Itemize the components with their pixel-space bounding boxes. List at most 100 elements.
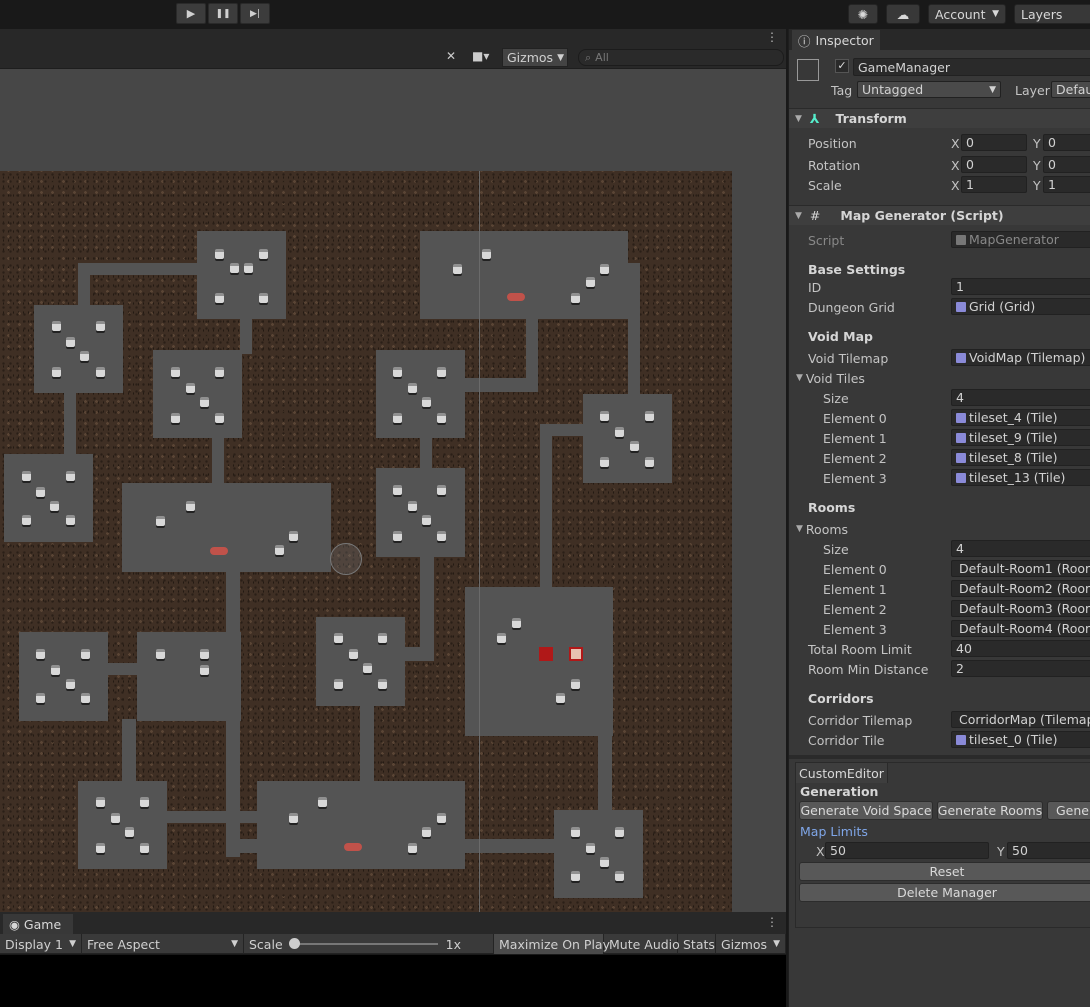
stats-toggle[interactable]: Stats (678, 934, 716, 954)
map-limit-x-field[interactable]: 50 (825, 842, 989, 859)
search-input[interactable]: ⌕ All (578, 49, 784, 66)
cloud-button[interactable]: ☁ (886, 4, 920, 24)
void-tile-field[interactable]: tileset_4 (Tile) (951, 409, 1090, 426)
delete-manager-button[interactable]: Delete Manager (799, 883, 1090, 902)
barrel-sprite (645, 457, 654, 467)
axis-y-label: Y (1033, 135, 1041, 151)
cloud-icon: ☁ (896, 6, 910, 22)
chevron-down-icon: ▼ (557, 52, 564, 63)
dungeon-grid-field[interactable]: Grid (Grid) (951, 298, 1090, 315)
gizmos-dropdown[interactable]: Gizmos ▼ (502, 48, 568, 67)
barrel-sprite (318, 797, 327, 807)
camera-icon[interactable]: ■▾ (472, 49, 489, 63)
map-generator-header[interactable]: ▼ # Map Generator (Script) (789, 205, 1090, 225)
room (4, 454, 93, 542)
barrel-sprite (96, 797, 105, 807)
slider-handle[interactable] (288, 938, 300, 949)
step-button[interactable]: ▶| (240, 3, 270, 24)
barrel-sprite (52, 321, 61, 331)
barrel-sprite (66, 337, 75, 347)
barrel-sprite (437, 413, 446, 423)
active-checkbox[interactable]: ✓ (835, 59, 849, 73)
transform-header[interactable]: ▼ ⅄ Transform (789, 108, 1090, 128)
more-options-icon[interactable]: ⋮ (766, 30, 778, 44)
scale-control: Scale 1x (244, 934, 494, 954)
room-field[interactable]: Default-Room1 (Room (951, 560, 1090, 577)
void-tile-field[interactable]: tileset_8 (Tile) (951, 449, 1090, 466)
void-tiles-foldout[interactable]: ▼ Void Tiles (796, 368, 865, 388)
maximize-on-play-toggle[interactable]: Maximize On Play (494, 934, 610, 954)
rotation-x-field[interactable]: 0 (961, 156, 1027, 173)
corridor-tilemap-field[interactable]: CorridorMap (Tilemap) (951, 711, 1090, 728)
game-tab-bar: ◉ Game ⋮ (0, 912, 786, 934)
aspect-label: Free Aspect (87, 936, 160, 952)
void-tiles-label: Void Tiles (805, 370, 865, 386)
barrel-sprite (615, 871, 624, 881)
rooms-foldout[interactable]: ▼ Rooms (796, 519, 848, 539)
barrel-sprite (453, 264, 462, 274)
id-field[interactable]: 1 (951, 278, 1090, 295)
room (137, 632, 241, 721)
game-view[interactable] (0, 955, 786, 1007)
aspect-dropdown[interactable]: Free Aspect ▼ (82, 934, 244, 954)
map-limit-y-field[interactable]: 50 (1007, 842, 1090, 859)
tag-dropdown[interactable]: Untagged ▼ (857, 81, 1001, 98)
room-field[interactable]: Default-Room3 (Room (951, 600, 1090, 617)
search-placeholder: All (595, 51, 609, 64)
position-y-field[interactable]: 0 (1043, 134, 1090, 151)
corridor (212, 438, 224, 484)
pause-button[interactable]: ❚❚ (208, 3, 238, 24)
tools-icon[interactable]: ✕ (446, 49, 456, 63)
scale-slider[interactable] (288, 938, 438, 949)
scale-x-value: 1 (966, 177, 974, 192)
generate-corridors-button[interactable]: Gener (1047, 801, 1090, 820)
scale-x-field[interactable]: 1 (961, 176, 1027, 193)
room-min-distance-label: Room Min Distance (808, 661, 929, 677)
reset-button[interactable]: Reset (799, 862, 1090, 881)
total-room-limit-field[interactable]: 40 (951, 640, 1090, 657)
scene-view[interactable] (0, 69, 786, 913)
room-field[interactable]: Default-Room4 (Room (951, 620, 1090, 637)
barrel-sprite (66, 515, 75, 525)
scale-y-value: 1 (1048, 177, 1056, 192)
room-min-distance-field[interactable]: 2 (951, 660, 1090, 677)
barrel-sprite (422, 397, 431, 407)
game-gizmos-dropdown[interactable]: Gizmos ▼ (716, 934, 786, 954)
barrel-sprite (171, 413, 180, 423)
more-options-icon[interactable]: ⋮ (766, 915, 778, 929)
room (316, 617, 405, 706)
play-button[interactable]: ▶ (176, 3, 206, 24)
corridor (420, 438, 432, 469)
object-name-field[interactable]: GameManager (853, 58, 1090, 76)
rooms-size-field[interactable]: 4 (951, 540, 1090, 557)
void-tile-field[interactable]: tileset_9 (Tile) (951, 429, 1090, 446)
layer-dropdown[interactable]: Defaul (1051, 81, 1090, 98)
inspector-tab[interactable]: ⓘ Inspector (792, 30, 880, 50)
corridor-tile-field[interactable]: tileset_0 (Tile) (951, 731, 1090, 748)
corridor-tilemap-label: Corridor Tilemap (808, 712, 913, 728)
position-x-field[interactable]: 0 (961, 134, 1027, 151)
account-label: Account (935, 6, 986, 22)
mute-audio-toggle[interactable]: Mute Audio (604, 934, 680, 954)
display-dropdown[interactable]: Display 1 ▼ (0, 934, 82, 954)
generate-rooms-button[interactable]: Generate Rooms (937, 801, 1043, 820)
inspector-panel: ⓘ Inspector ✓ GameManager Tag Untagged ▼ L… (788, 29, 1090, 1007)
generate-void-space-button[interactable]: Generate Void Space (799, 801, 933, 820)
barrel-sprite (289, 813, 298, 823)
custom-editor-tab[interactable]: CustomEditor (796, 763, 888, 783)
services-button[interactable]: ✺ (848, 4, 878, 24)
corridor (360, 705, 374, 783)
layers-dropdown[interactable]: Layers (1014, 4, 1090, 24)
void-tile-field[interactable]: tileset_13 (Tile) (951, 469, 1090, 486)
corridor (404, 647, 434, 661)
game-tab[interactable]: ◉ Game (3, 914, 73, 934)
dungeon-map (0, 171, 732, 913)
void-tiles-size-field[interactable]: 4 (951, 389, 1090, 406)
element-label: Element 0 (823, 410, 887, 426)
account-dropdown[interactable]: Account ▼ (928, 4, 1006, 24)
room-field[interactable]: Default-Room2 (Room (951, 580, 1090, 597)
rotation-y-field[interactable]: 0 (1043, 156, 1090, 173)
barrel-sprite (96, 843, 105, 853)
void-tilemap-field[interactable]: VoidMap (Tilemap) (951, 349, 1090, 366)
scale-y-field[interactable]: 1 (1043, 176, 1090, 193)
